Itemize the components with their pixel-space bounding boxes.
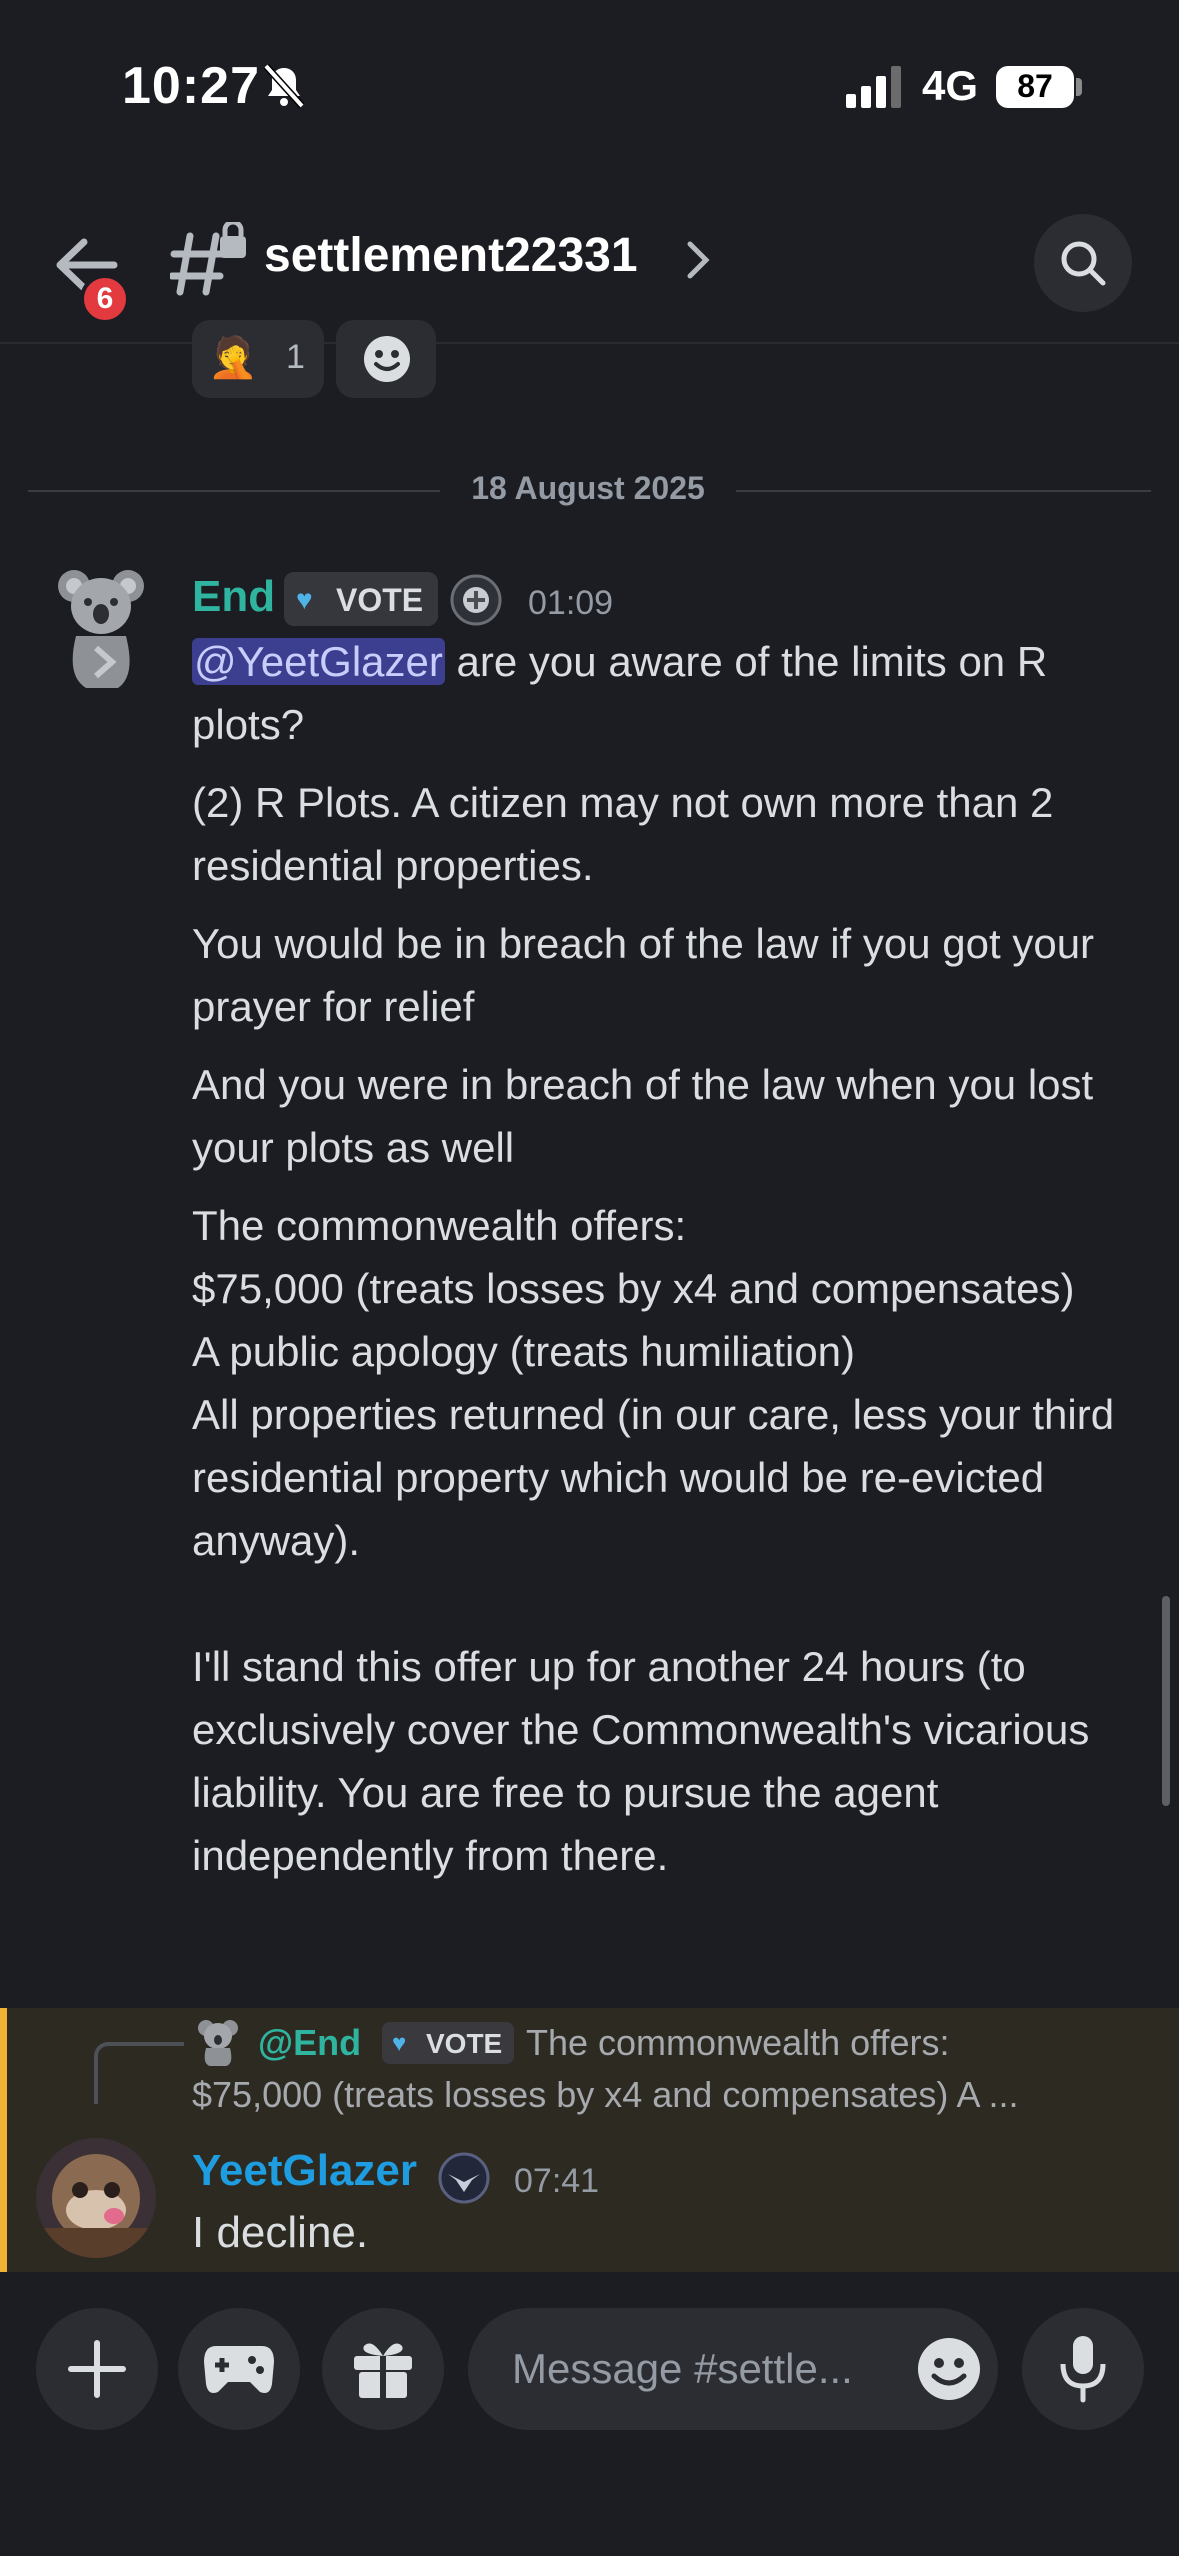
message-line: A public apology (treats humiliation) [192,1328,856,1375]
battery-icon: 87 [996,66,1074,108]
scrollbar[interactable] [1162,1596,1170,1806]
battery-level: 87 [1017,68,1053,104]
message-paragraph: The commonwealth offers: $75,000 (treats… [192,1194,1152,1572]
message-line: All properties returned (in our care, le… [192,1391,1115,1564]
emoji-icon[interactable] [916,2336,982,2402]
clock: 10:27 [122,57,260,115]
server-tag-label: VOTE [336,582,424,618]
channel-header: 6 settlement22331 [0,190,1179,344]
reply-connector [94,2042,184,2104]
search-icon [1061,241,1106,286]
activities-button[interactable] [178,2308,300,2430]
gift-button[interactable] [322,2308,444,2430]
message-paragraph: And you were in breach of the law when y… [192,1061,1094,1171]
bell-muted-icon [263,63,305,109]
message-line: $75,000 (treats losses by x4 and compens… [192,1265,1075,1312]
avatar-image [36,2138,156,2258]
server-tag[interactable]: ♥ VOTE [284,572,438,626]
timestamp: 01:09 [528,584,614,622]
cellular-signal-icon [846,66,901,108]
avatar[interactable] [36,2138,156,2258]
date-divider: 18 August 2025 [28,470,1151,510]
message-composer [0,2276,1179,2556]
microphone-icon [1060,2336,1106,2403]
heart-icon: ♥ [296,584,313,615]
message-input-wrapper[interactable] [468,2308,998,2430]
message-paragraph: You would be in breach of the law if you… [192,920,1095,1030]
status-bar: 10:27 4G 87 [0,0,1179,170]
reply-avatar [198,2020,238,2066]
highlight-bar [0,2008,7,2272]
reply-server-tag: ♥ VOTE [382,2022,514,2064]
highlighted-message: @End ♥ VOTE The commonwealth offers: $75… [0,2008,1179,2272]
network-type: 4G [922,62,979,109]
date-label: 18 August 2025 [471,470,705,506]
message-paragraph: (2) R Plots. A citizen may not own more … [192,779,1054,889]
add-reaction-button[interactable] [336,320,436,398]
author-name[interactable]: YeetGlazer [192,2146,417,2196]
avatar[interactable] [56,566,152,692]
attach-button[interactable] [36,2308,158,2430]
reaction-count: 1 [286,338,305,376]
unread-badge: 6 [80,274,130,324]
battery-tip [1076,78,1082,96]
timestamp: 07:41 [514,2162,600,2200]
message-line: The commonwealth offers: [192,1202,687,1249]
message-paragraph: I'll stand this offer up for another 24 … [192,1643,1090,1879]
role-badge-icon [438,2152,490,2204]
author-name[interactable]: End [192,572,275,622]
user-mention[interactable]: @YeetGlazer [192,638,445,685]
channel-name[interactable]: settlement22331 [264,228,638,283]
search-button[interactable] [1034,214,1132,312]
role-badge-icon [450,574,502,626]
chevron-right-icon[interactable] [686,240,710,280]
locked-channel-icon [170,222,246,296]
message-paragraph: @YeetGlazer are you aware of the limits … [192,630,1152,756]
voice-message-button[interactable] [1022,2308,1144,2430]
reply-preview-text[interactable]: $75,000 (treats losses by x4 and compens… [192,2074,1018,2116]
heart-icon: ♥ [392,2030,407,2057]
reaction-facepalm[interactable]: 🤦 1 [192,320,324,398]
gift-icon [354,2343,412,2398]
smiley-icon [364,336,410,382]
plus-icon [68,2340,126,2398]
reply-author[interactable]: @End [258,2022,361,2064]
gamepad-icon [204,2346,274,2393]
facepalm-emoji: 🤦 [208,336,258,380]
server-tag-label: VOTE [426,2028,503,2059]
message-body: @YeetGlazer are you aware of the limits … [192,630,1152,1902]
reply-preview-text[interactable]: The commonwealth offers: [526,2022,950,2064]
message-input[interactable] [510,2338,874,2400]
message-text: I decline. [192,2208,369,2257]
